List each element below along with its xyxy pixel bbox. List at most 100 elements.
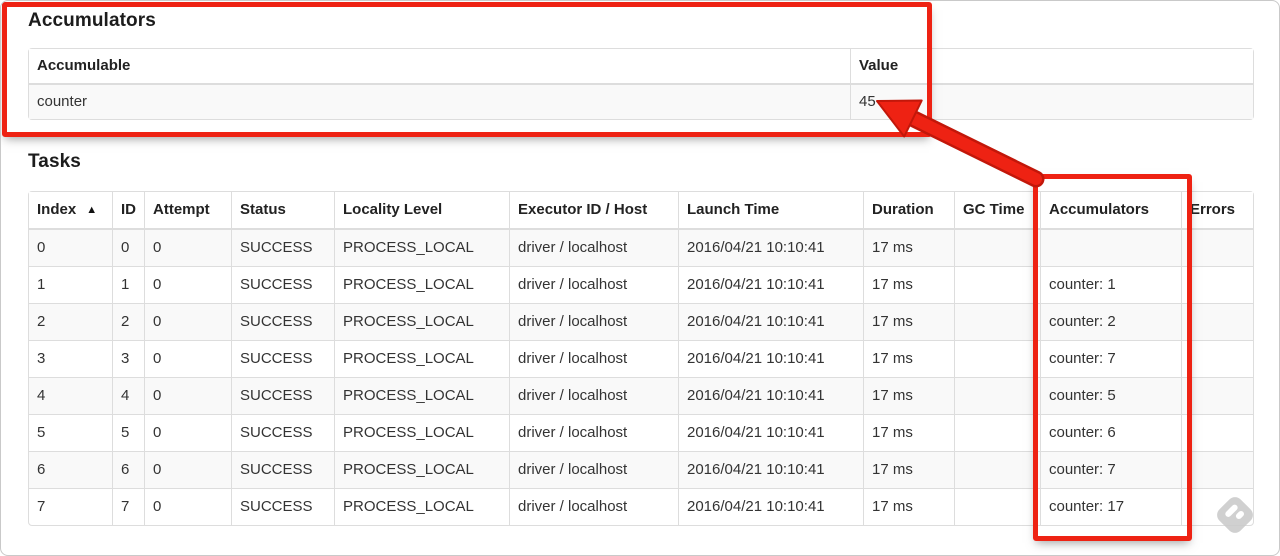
table-cell: counter: 6: [1040, 414, 1181, 451]
table-cell: PROCESS_LOCAL: [334, 414, 509, 451]
table-cell: counter: 2: [1040, 303, 1181, 340]
table-cell: PROCESS_LOCAL: [334, 488, 509, 525]
table-cell: PROCESS_LOCAL: [334, 340, 509, 377]
table-cell: 2016/04/21 10:10:41: [678, 488, 863, 525]
table-cell: driver / localhost: [509, 230, 678, 266]
table-cell: driver / localhost: [509, 303, 678, 340]
table-row: 4 4 0 SUCCESS PROCESS_LOCAL driver / localhos…: [29, 377, 1253, 414]
table-cell: PROCESS_LOCAL: [334, 303, 509, 340]
column-header-value: Value: [850, 49, 1253, 85]
table-row: 1 1 0 SUCCESS PROCESS_LOCAL driver / localhos…: [29, 266, 1253, 303]
table-cell: 17 ms: [863, 230, 954, 266]
table-cell: 0: [37, 239, 46, 256]
column-header-duration[interactable]: Duration: [863, 192, 954, 230]
table-cell: 2016/04/21 10:10:41: [678, 377, 863, 414]
column-header-locality-level[interactable]: Locality Level: [334, 192, 509, 230]
table-cell: 4: [112, 377, 144, 414]
table-cell: 17 ms: [863, 377, 954, 414]
table-cell: SUCCESS: [231, 340, 334, 377]
table-cell: 6: [29, 451, 112, 488]
table-cell: counter: 7: [1040, 451, 1181, 488]
column-header-launch-time[interactable]: Launch Time: [678, 192, 863, 230]
table-cell: [1181, 230, 1253, 266]
table-cell: 17 ms: [863, 451, 954, 488]
table-cell: 2016/04/21 10:10:41: [678, 414, 863, 451]
table-cell: 2016/04/21 10:10:41: [678, 451, 863, 488]
accumulators-table-body: counter 45: [29, 85, 1253, 119]
table-cell: counter: 1: [1040, 266, 1181, 303]
table-cell: SUCCESS: [231, 230, 334, 266]
table-cell: 2016/04/21 10:10:41: [678, 340, 863, 377]
table-cell: [1181, 340, 1253, 377]
table-cell: 0: [112, 230, 144, 266]
table-row: 6 6 0 SUCCESS PROCESS_LOCAL driver / localhos…: [29, 451, 1253, 488]
tasks-table: Index ▲ ID Attempt Status Locality Level Execu…: [28, 191, 1254, 526]
table-row: 3 3 0 SUCCESS PROCESS_LOCAL driver / localhos…: [29, 340, 1253, 377]
table-cell: SUCCESS: [231, 451, 334, 488]
table-row: 5 5 0 SUCCESS PROCESS_LOCAL driver / localhos…: [29, 414, 1253, 451]
table-row: 7 7 0 SUCCESS PROCESS_LOCAL driver / localhos…: [29, 488, 1253, 525]
table-cell: 17 ms: [863, 414, 954, 451]
table-cell: 6: [112, 451, 144, 488]
table-cell: counter: [37, 93, 88, 110]
tasks-table-body: 0 0 0 SUCCESS PROCESS_LOCAL driver / localhos…: [29, 230, 1253, 525]
column-header-id[interactable]: ID: [112, 192, 144, 230]
table-cell: 1: [29, 266, 112, 303]
column-header-attempt[interactable]: Attempt: [144, 192, 231, 230]
sort-ascending-icon: ▲: [86, 204, 98, 216]
table-cell: 2: [29, 303, 112, 340]
table-cell: 17 ms: [863, 266, 954, 303]
column-header-gc-time[interactable]: GC Time: [954, 192, 1040, 230]
table-cell: driver / localhost: [509, 377, 678, 414]
table-cell: PROCESS_LOCAL: [334, 451, 509, 488]
table-row: 2 2 0 SUCCESS PROCESS_LOCAL driver / localhos…: [29, 303, 1253, 340]
table-cell: 2: [112, 303, 144, 340]
column-header-accumulable: Accumulable: [29, 49, 850, 85]
table-cell: driver / localhost: [509, 266, 678, 303]
table-cell: [954, 451, 1040, 488]
table-cell: counter: 17: [1040, 488, 1181, 525]
table-cell: [954, 266, 1040, 303]
table-cell: [1181, 488, 1253, 525]
accumulators-section-title: Accumulators: [28, 10, 156, 31]
table-cell: [954, 488, 1040, 525]
table-cell: 2016/04/21 10:10:41: [678, 266, 863, 303]
table-cell: driver / localhost: [509, 488, 678, 525]
accumulators-table-header-row: Accumulable Value: [29, 49, 1253, 85]
table-cell: 17 ms: [863, 303, 954, 340]
table-cell: SUCCESS: [231, 303, 334, 340]
table-cell: PROCESS_LOCAL: [334, 377, 509, 414]
table-cell: 0: [144, 266, 231, 303]
tasks-section-title: Tasks: [28, 151, 81, 172]
table-cell: 1: [112, 266, 144, 303]
table-cell: driver / localhost: [509, 414, 678, 451]
table-cell: [1181, 303, 1253, 340]
table-cell: 17 ms: [863, 340, 954, 377]
tasks-table-header-row: Index ▲ ID Attempt Status Locality Level Execu…: [29, 192, 1253, 230]
table-cell: driver / localhost: [509, 340, 678, 377]
table-cell: 3: [29, 340, 112, 377]
table-cell: [1181, 266, 1253, 303]
table-cell: 0: [144, 451, 231, 488]
column-header-accumulators[interactable]: Accumulators: [1040, 192, 1181, 230]
column-header-index[interactable]: Index ▲: [29, 192, 112, 230]
column-header-status[interactable]: Status: [231, 192, 334, 230]
table-cell: [954, 414, 1040, 451]
table-cell: 2016/04/21 10:10:41: [678, 303, 863, 340]
table-cell: 0: [144, 303, 231, 340]
column-header-errors[interactable]: Errors: [1181, 192, 1253, 230]
table-cell: driver / localhost: [509, 451, 678, 488]
table-cell: 0: [144, 230, 231, 266]
table-cell: 3: [112, 340, 144, 377]
column-header-executor-id-host[interactable]: Executor ID / Host: [509, 192, 678, 230]
table-cell: 5: [29, 414, 112, 451]
table-cell: 45: [850, 85, 1253, 119]
table-cell: 0: [144, 488, 231, 525]
table-cell: 4: [29, 377, 112, 414]
table-cell: [954, 230, 1040, 266]
table-cell: [1040, 230, 1181, 266]
table-cell: [1181, 414, 1253, 451]
table-cell: SUCCESS: [231, 266, 334, 303]
table-cell: SUCCESS: [231, 488, 334, 525]
table-cell: 7: [112, 488, 144, 525]
